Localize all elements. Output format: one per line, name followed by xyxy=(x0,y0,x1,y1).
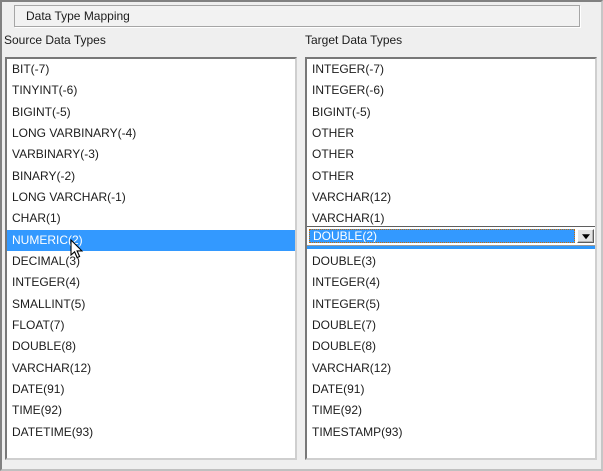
target-type-item[interactable]: OTHER xyxy=(307,166,595,187)
source-type-item[interactable]: LONG VARBINARY(-4) xyxy=(7,123,295,144)
source-type-item[interactable]: VARCHAR(12) xyxy=(7,358,295,379)
target-type-item[interactable]: INTEGER(4) xyxy=(307,272,595,293)
target-type-item[interactable]: DOUBLE(3) xyxy=(307,251,595,272)
source-type-item[interactable]: BINARY(-2) xyxy=(7,166,295,187)
target-type-list: INTEGER(-7) INTEGER(-6) BIGINT(-5) OTHER… xyxy=(305,57,597,460)
target-type-item[interactable]: INTEGER(-7) xyxy=(307,59,595,80)
target-type-item[interactable]: DOUBLE(7) xyxy=(307,315,595,336)
dialog-header: Data Type Mapping xyxy=(14,5,580,27)
source-type-item[interactable]: INTEGER(4) xyxy=(7,272,295,293)
target-type-item[interactable]: INTEGER(5) xyxy=(307,294,595,315)
data-type-mapping-dialog: Data Type Mapping Source Data Types Targ… xyxy=(0,0,603,471)
target-type-item[interactable]: OTHER xyxy=(307,123,595,144)
chevron-down-icon xyxy=(582,234,590,239)
source-type-item[interactable]: LONG VARCHAR(-1) xyxy=(7,187,295,208)
target-type-item[interactable]: INTEGER(-6) xyxy=(307,80,595,101)
source-type-item[interactable]: CHAR(1) xyxy=(7,208,295,229)
target-type-item[interactable]: VARCHAR(12) xyxy=(307,187,595,208)
target-type-item[interactable]: DATE(91) xyxy=(307,379,595,400)
target-type-item[interactable]: DOUBLE(8) xyxy=(307,336,595,357)
combobox-dropdown-button[interactable] xyxy=(577,229,594,243)
source-type-item[interactable]: TIME(92) xyxy=(7,400,295,421)
source-type-item[interactable]: DATETIME(93) xyxy=(7,422,295,443)
source-type-item[interactable]: DOUBLE(8) xyxy=(7,336,295,357)
source-type-item[interactable]: DATE(91) xyxy=(7,379,295,400)
target-type-combo-row: DOUBLE(2) xyxy=(307,230,595,251)
source-type-item-selected[interactable]: NUMERIC(2) xyxy=(7,230,295,251)
source-type-list: BIT(-7) TINYINT(-6) BIGINT(-5) LONG VARB… xyxy=(5,57,297,460)
source-panel-label: Source Data Types xyxy=(4,33,106,47)
target-panel-label: Target Data Types xyxy=(305,33,402,47)
source-type-item[interactable]: TINYINT(-6) xyxy=(7,80,295,101)
source-type-item[interactable]: SMALLINT(5) xyxy=(7,294,295,315)
dialog-title: Data Type Mapping xyxy=(26,9,130,23)
source-type-item[interactable]: DECIMAL(3) xyxy=(7,251,295,272)
target-type-item[interactable]: VARCHAR(12) xyxy=(307,358,595,379)
target-type-item[interactable]: TIME(92) xyxy=(307,400,595,421)
source-type-item[interactable]: VARBINARY(-3) xyxy=(7,144,295,165)
source-type-item[interactable]: BIT(-7) xyxy=(7,59,295,80)
source-type-item[interactable]: FLOAT(7) xyxy=(7,315,295,336)
selection-underline xyxy=(305,246,597,249)
target-type-item[interactable]: OTHER xyxy=(307,144,595,165)
source-type-item[interactable]: BIGINT(-5) xyxy=(7,102,295,123)
combobox-selected-value[interactable]: DOUBLE(2) xyxy=(309,229,575,243)
target-type-item[interactable]: TIMESTAMP(93) xyxy=(307,422,595,443)
target-type-combobox[interactable]: DOUBLE(2) xyxy=(305,226,597,246)
target-type-item[interactable]: BIGINT(-5) xyxy=(307,102,595,123)
